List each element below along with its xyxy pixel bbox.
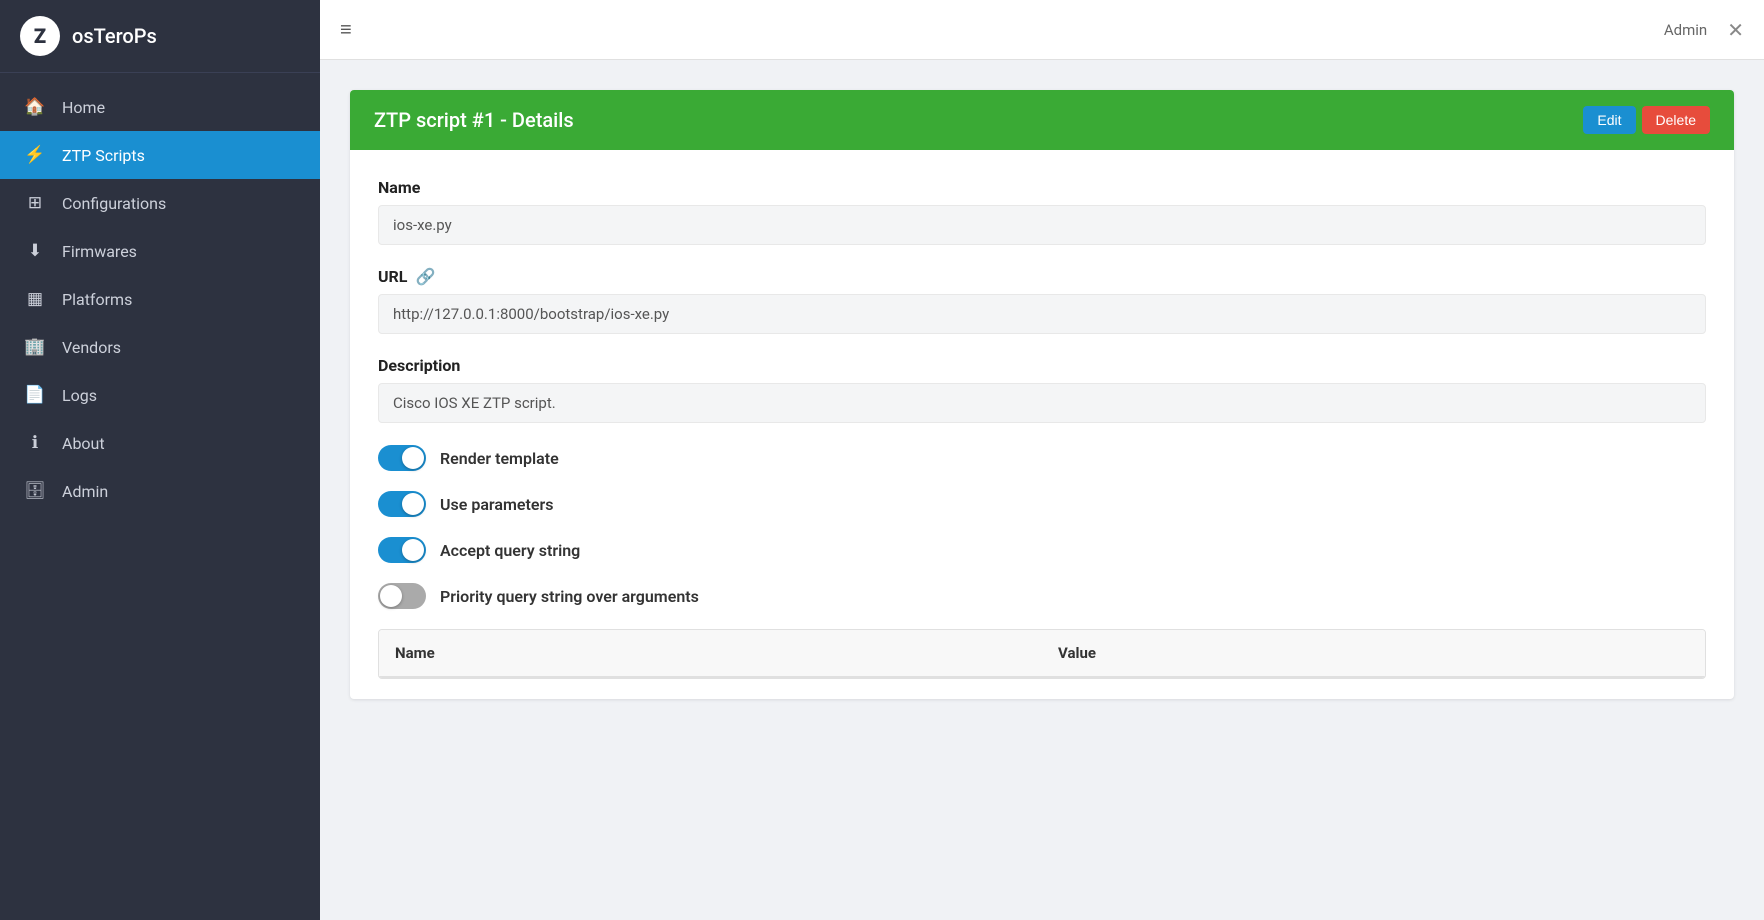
- name-label: Name: [378, 178, 1706, 197]
- delete-button[interactable]: Delete: [1642, 106, 1710, 134]
- sidebar-item-platforms[interactable]: ▦ Platforms: [0, 275, 320, 323]
- card-title: ZTP script #1 - Details: [374, 108, 574, 132]
- sidebar-label-firmwares: Firmwares: [62, 242, 137, 261]
- name-value: ios-xe.py: [378, 205, 1706, 245]
- configurations-icon: ⊞: [24, 193, 46, 213]
- detail-card: ZTP script #1 - Details Edit Delete Name…: [350, 90, 1734, 699]
- sidebar-item-about[interactable]: ℹ About: [0, 419, 320, 467]
- toggle-render-template[interactable]: [378, 445, 426, 471]
- home-icon: 🏠: [24, 97, 46, 117]
- sidebar: Z osTeroPs 🏠 Home ⚡ ZTP Scripts ⊞ Configurati…: [0, 0, 320, 920]
- toggle-accept-query-string[interactable]: [378, 537, 426, 563]
- logs-icon: 📄: [24, 385, 46, 405]
- app-title: osTeroPs: [72, 24, 157, 48]
- description-value: Cisco IOS XE ZTP script.: [378, 383, 1706, 423]
- sidebar-label-configurations: Configurations: [62, 194, 166, 213]
- sidebar-item-ztp-scripts[interactable]: ⚡ ZTP Scripts: [0, 131, 320, 179]
- url-label: URL 🔗: [378, 267, 1706, 286]
- sidebar-nav: 🏠 Home ⚡ ZTP Scripts ⊞ Configurations ⬇ Firmwar…: [0, 73, 320, 920]
- sidebar-label-platforms: Platforms: [62, 290, 132, 309]
- link-icon: 🔗: [415, 267, 435, 286]
- card-body: Name ios-xe.py URL 🔗 http://127.0.0.1:80…: [350, 150, 1734, 699]
- main-area: ≡ Admin ✕ ZTP script #1 - Details Edit D…: [320, 0, 1764, 920]
- logo-icon: Z: [20, 16, 60, 56]
- sidebar-label-home: Home: [62, 98, 105, 117]
- toggle-label-use-parameters: Use parameters: [440, 495, 553, 514]
- toggle-row-render-template: Render template: [378, 445, 1706, 471]
- sidebar-item-admin[interactable]: 🗄 Admin: [0, 467, 320, 515]
- toggle-thumb-render-template: [402, 447, 424, 469]
- toggle-thumb-accept-query-string: [402, 539, 424, 561]
- edit-button[interactable]: Edit: [1583, 106, 1635, 134]
- url-value: http://127.0.0.1:8000/bootstrap/ios-xe.p…: [378, 294, 1706, 334]
- topbar: ≡ Admin ✕: [320, 0, 1764, 60]
- sidebar-item-vendors[interactable]: 🏢 Vendors: [0, 323, 320, 371]
- vendors-icon: 🏢: [24, 337, 46, 357]
- sidebar-label-ztp-scripts: ZTP Scripts: [62, 146, 145, 165]
- toggle-label-accept-query-string: Accept query string: [440, 541, 580, 560]
- toggle-label-priority-query-string: Priority query string over arguments: [440, 587, 699, 606]
- sidebar-label-admin: Admin: [62, 482, 108, 501]
- toggle-row-use-parameters: Use parameters: [378, 491, 1706, 517]
- toggle-thumb-use-parameters: [402, 493, 424, 515]
- sidebar-item-logs[interactable]: 📄 Logs: [0, 371, 320, 419]
- ztp-scripts-icon: ⚡: [24, 145, 46, 165]
- sidebar-item-home[interactable]: 🏠 Home: [0, 83, 320, 131]
- table-header-name: Name: [379, 630, 1042, 676]
- toggle-use-parameters[interactable]: [378, 491, 426, 517]
- card-actions: Edit Delete: [1583, 106, 1710, 134]
- close-button[interactable]: ✕: [1727, 18, 1744, 42]
- url-field-group: URL 🔗 http://127.0.0.1:8000/bootstrap/io…: [378, 267, 1706, 334]
- sidebar-label-logs: Logs: [62, 386, 97, 405]
- hamburger-button[interactable]: ≡: [340, 17, 352, 42]
- sidebar-item-firmwares[interactable]: ⬇ Firmwares: [0, 227, 320, 275]
- about-icon: ℹ: [24, 433, 46, 453]
- topbar-right: Admin ✕: [1664, 18, 1744, 42]
- sidebar-item-configurations[interactable]: ⊞ Configurations: [0, 179, 320, 227]
- toggle-label-render-template: Render template: [440, 449, 559, 468]
- toggle-row-accept-query-string: Accept query string: [378, 537, 1706, 563]
- platforms-icon: ▦: [24, 289, 46, 309]
- description-label: Description: [378, 356, 1706, 375]
- sidebar-logo: Z osTeroPs: [0, 0, 320, 73]
- admin-icon: 🗄: [24, 481, 46, 501]
- table-header: NameValue: [379, 630, 1705, 678]
- toggle-row-priority-query-string: Priority query string over arguments: [378, 583, 1706, 609]
- sidebar-label-about: About: [62, 434, 105, 453]
- description-field-group: Description Cisco IOS XE ZTP script.: [378, 356, 1706, 423]
- firmwares-icon: ⬇: [24, 241, 46, 261]
- name-field-group: Name ios-xe.py: [378, 178, 1706, 245]
- sidebar-label-vendors: Vendors: [62, 338, 121, 357]
- table-header-value: Value: [1042, 630, 1705, 676]
- parameters-table: NameValue: [378, 629, 1706, 679]
- content-area: ZTP script #1 - Details Edit Delete Name…: [320, 60, 1764, 920]
- user-label: Admin: [1664, 21, 1707, 39]
- card-header: ZTP script #1 - Details Edit Delete: [350, 90, 1734, 150]
- toggles-container: Render template Use parameters Accept qu…: [378, 445, 1706, 609]
- toggle-thumb-priority-query-string: [380, 585, 402, 607]
- toggle-priority-query-string[interactable]: [378, 583, 426, 609]
